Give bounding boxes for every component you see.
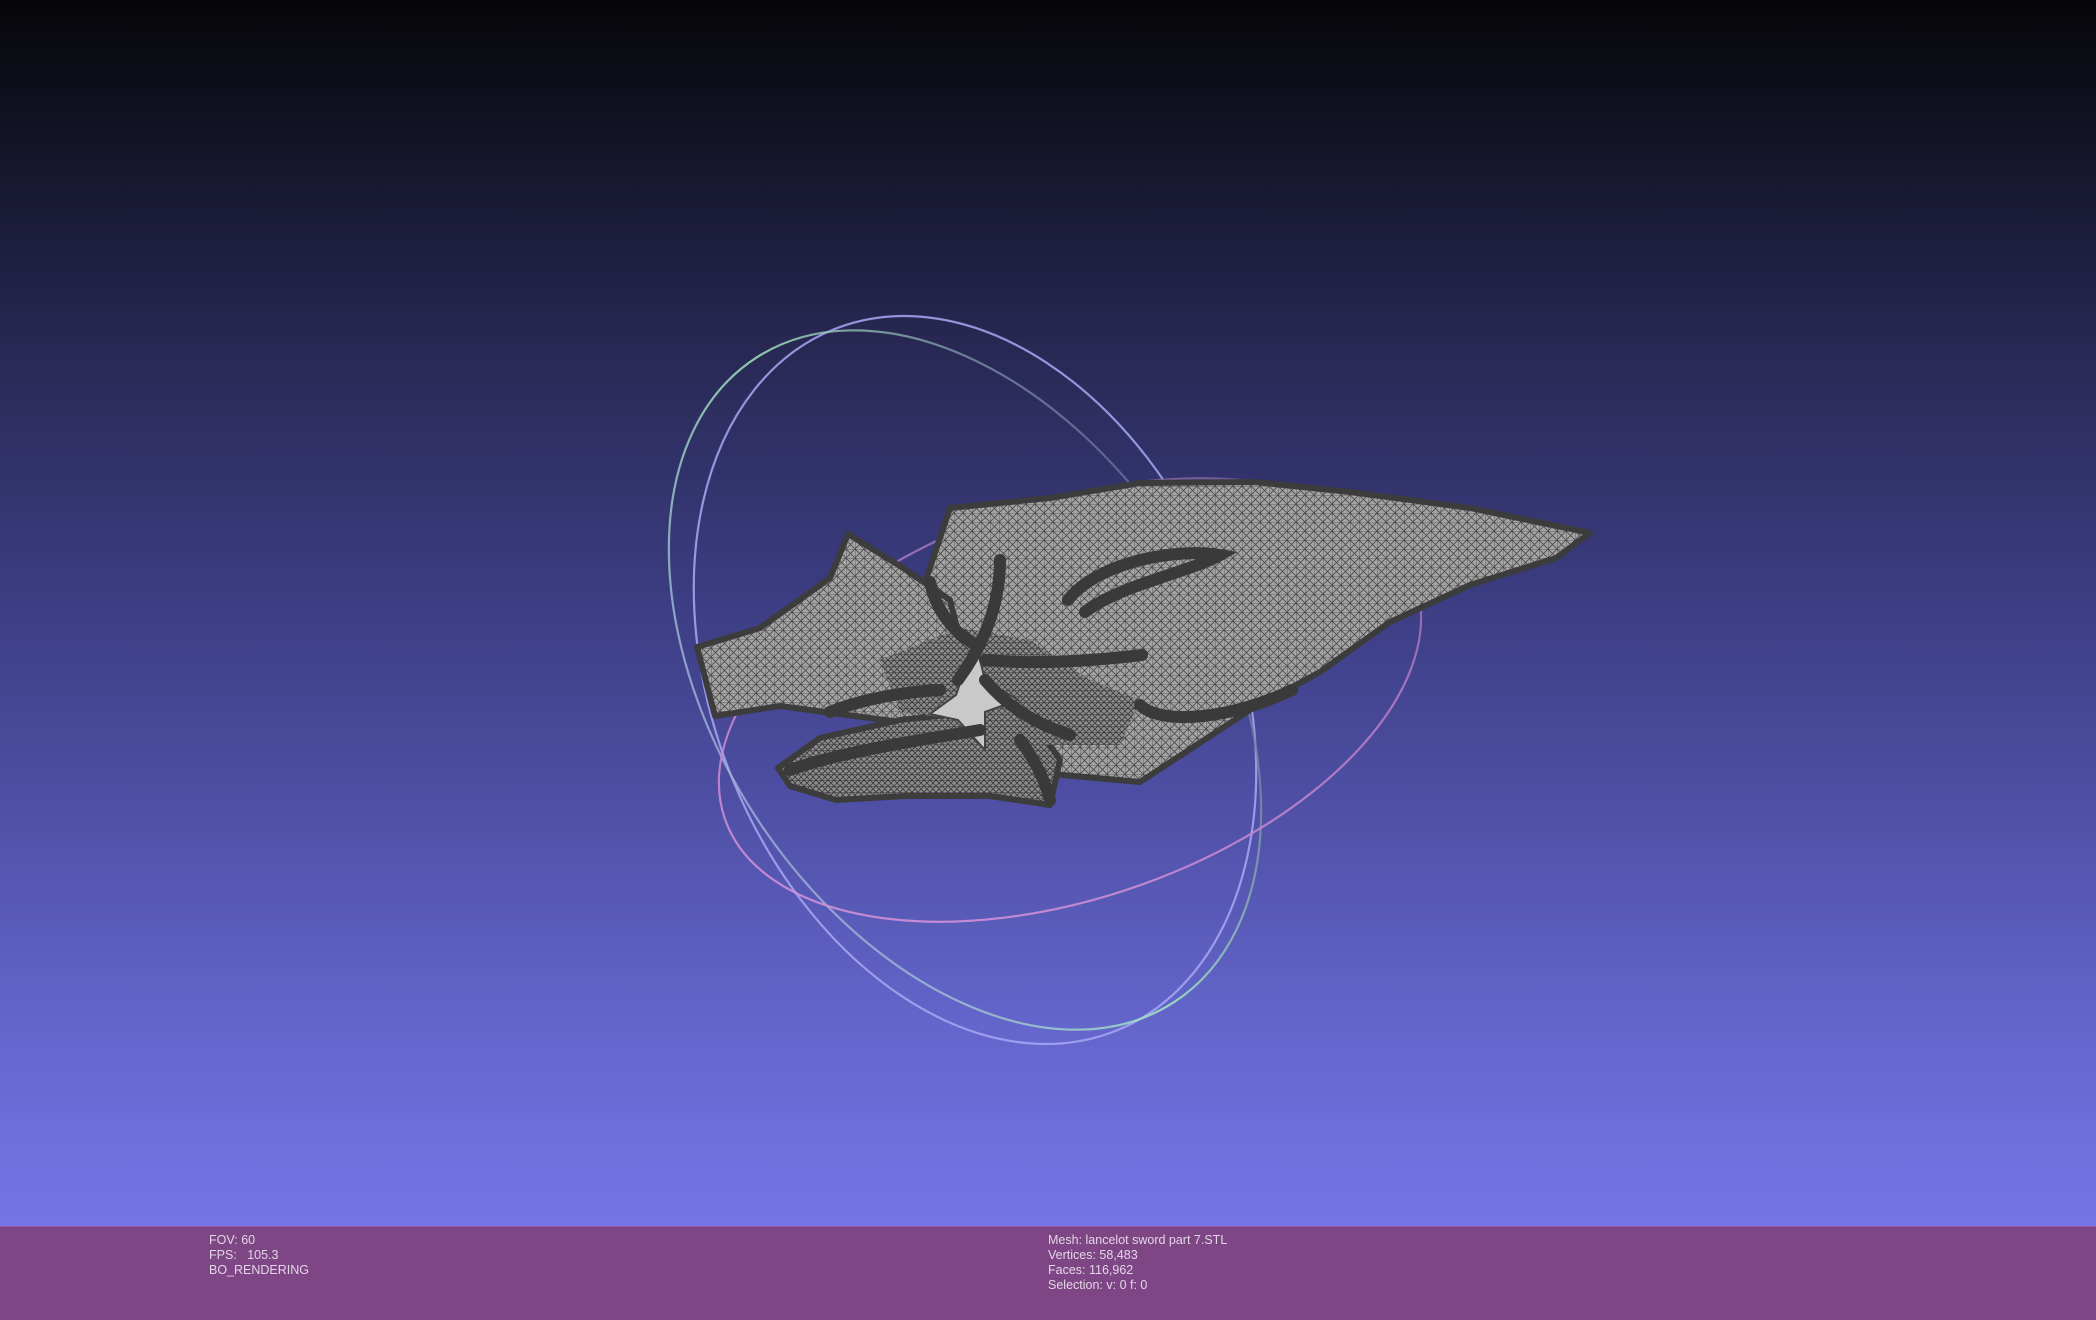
render-info-panel: FOV: 60 FPS: 105.3 BO_RENDERING xyxy=(209,1233,309,1278)
fov-readout: FOV: 60 xyxy=(209,1233,309,1248)
mesh-info-panel: Mesh: lancelot sword part 7.STL Vertices… xyxy=(1048,1233,1227,1293)
scene-canvas[interactable] xyxy=(0,0,2096,1226)
mesh-label: Mesh: xyxy=(1048,1233,1083,1247)
fps-value: 105.3 xyxy=(247,1248,279,1262)
vertices-label: Vertices: xyxy=(1048,1248,1096,1262)
fps-readout: FPS: 105.3 xyxy=(209,1248,309,1263)
selection-value: v: 0 f: 0 xyxy=(1106,1278,1148,1292)
faces-value: 116,962 xyxy=(1089,1263,1134,1277)
vertices-readout: Vertices: 58,483 xyxy=(1048,1248,1227,1263)
faces-readout: Faces: 116,962 xyxy=(1048,1263,1227,1278)
3d-viewport[interactable] xyxy=(0,0,2096,1226)
fov-value: 60 xyxy=(241,1233,256,1247)
selection-readout: Selection: v: 0 f: 0 xyxy=(1048,1278,1227,1293)
fps-label: FPS: xyxy=(209,1248,237,1262)
status-bar: FOV: 60 FPS: 105.3 BO_RENDERING Mesh: la… xyxy=(0,1226,2096,1320)
render-mode: BO_RENDERING xyxy=(209,1263,310,1277)
faces-label: Faces: xyxy=(1048,1263,1086,1277)
mesh-model[interactable] xyxy=(694,479,1593,808)
fov-label: FOV: xyxy=(209,1233,238,1247)
mesh-name: lancelot sword part 7.STL xyxy=(1085,1233,1228,1247)
mesh-readout: Mesh: lancelot sword part 7.STL xyxy=(1048,1233,1227,1248)
selection-label: Selection: xyxy=(1048,1278,1103,1292)
vertices-value: 58,483 xyxy=(1099,1248,1138,1262)
